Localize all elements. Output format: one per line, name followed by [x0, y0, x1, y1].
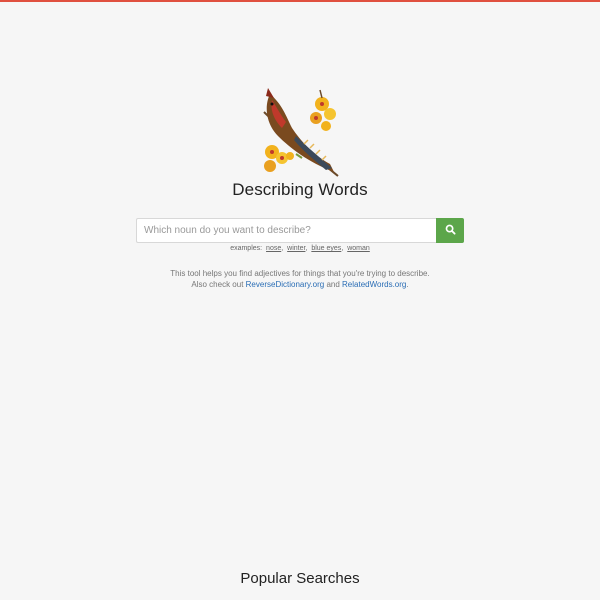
- description-line-1: This tool helps you find adjectives for …: [170, 269, 430, 278]
- popular-searches-heading: Popular Searches: [240, 570, 360, 587]
- bird-on-branch-icon: [256, 84, 344, 180]
- example-link-winter[interactable]: winter: [287, 245, 305, 252]
- top-accent-bar: [0, 0, 600, 2]
- description-line-2: Also check out ReverseDictionary.org and…: [191, 279, 409, 289]
- examples-row: examples: nose, winter, blue eyes, woman: [230, 245, 370, 252]
- example-link-nose[interactable]: nose: [266, 245, 281, 252]
- examples-label: examples:: [230, 245, 263, 252]
- reverse-dictionary-link[interactable]: ReverseDictionary.org: [246, 280, 325, 289]
- example-link-woman[interactable]: woman: [347, 245, 370, 252]
- search-bar: [136, 218, 464, 243]
- tool-description: This tool helps you find adjectives for …: [0, 269, 600, 290]
- related-words-link[interactable]: RelatedWords.org: [342, 280, 406, 289]
- page-title: Describing Words: [232, 180, 368, 199]
- example-link-blue-eyes[interactable]: blue eyes: [311, 245, 341, 252]
- search-input[interactable]: [136, 218, 436, 243]
- page: Describing Words examples: nose, winter,…: [0, 0, 600, 600]
- search-button[interactable]: [436, 218, 464, 243]
- search-icon: [445, 223, 456, 238]
